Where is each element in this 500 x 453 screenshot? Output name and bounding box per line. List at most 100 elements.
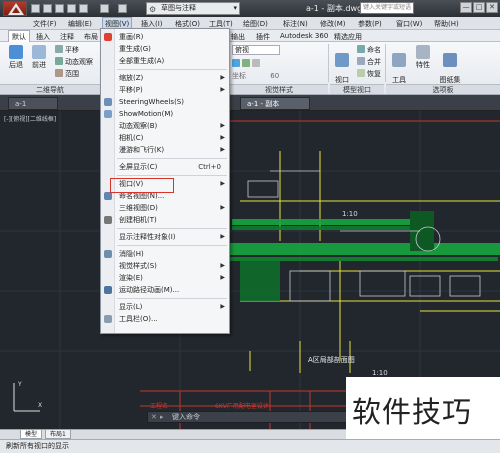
- view-menu-item[interactable]: 渲染(E) ▶: [101, 272, 229, 284]
- scale-label-2: 1:10: [372, 369, 388, 377]
- view-menu-item[interactable]: 消隐(H): [101, 248, 229, 260]
- view-menu-item-label: 重生成(G): [119, 45, 151, 53]
- view-menu-item-label: 重画(R): [119, 33, 144, 41]
- tab-autodesk360[interactable]: Autodesk 360: [280, 32, 328, 40]
- pan-button[interactable]: 平移: [55, 45, 79, 55]
- close-button[interactable]: ✕: [486, 2, 498, 13]
- workspace-select[interactable]: ⚙ 草图与注释 ▾: [146, 2, 240, 15]
- svg-text:X: X: [38, 402, 42, 409]
- merge-button[interactable]: 合并: [357, 57, 381, 67]
- extents-button[interactable]: 范围: [55, 69, 79, 79]
- view-menu-item[interactable]: 运动路径动画(M)...: [101, 284, 229, 296]
- undo-icon[interactable]: [100, 4, 109, 13]
- tab-annotate[interactable]: 注释: [60, 32, 74, 42]
- file-tab-a1[interactable]: a-1: [8, 97, 58, 110]
- view-menu-item-label: 消隐(H): [119, 250, 144, 258]
- properties-icon: [416, 45, 430, 59]
- menu-parametric[interactable]: 参数(P): [358, 19, 382, 29]
- motion-path-icon: [104, 286, 112, 294]
- view-menu-item-label: 渲染(E): [119, 274, 143, 282]
- view-menu-item[interactable]: 显示注释性对象(I) ▶: [101, 231, 229, 243]
- menu-edit[interactable]: 编辑(E): [68, 19, 92, 29]
- menu-modify[interactable]: 修改(M): [320, 19, 346, 29]
- coord-field[interactable]: 坐标 60: [232, 71, 279, 81]
- chevron-right-icon: ▶: [220, 303, 225, 310]
- open-icon[interactable]: [43, 4, 52, 13]
- menu-separator: [117, 69, 227, 70]
- window-controls: — □ ✕: [459, 2, 498, 13]
- view-menu-item[interactable]: 缩放(Z) ▶: [101, 72, 229, 84]
- orbit-button[interactable]: 动态观察: [55, 57, 93, 67]
- application-menu-button[interactable]: [3, 1, 27, 16]
- forward-button[interactable]: 前进: [28, 45, 50, 70]
- tab-featured-apps[interactable]: 精选应用: [334, 32, 362, 42]
- tab-insert[interactable]: 插入: [36, 32, 50, 42]
- new-icon[interactable]: [31, 4, 40, 13]
- maximize-button[interactable]: □: [473, 2, 485, 13]
- menu-window[interactable]: 窗口(W): [396, 19, 422, 29]
- view-menu-item[interactable]: 创建相机(T): [101, 214, 229, 226]
- named-button[interactable]: 命名: [357, 45, 381, 55]
- view-menu-item[interactable]: 全屏显示(C) Ctrl+0: [101, 161, 229, 173]
- workspace-label: 草图与注释: [161, 4, 196, 12]
- view-menu-item[interactable]: 全部重生成(A): [101, 55, 229, 67]
- restore-label: 恢复: [367, 70, 381, 78]
- tab-output[interactable]: 输出: [231, 32, 245, 42]
- view-menu-item[interactable]: 动态观察(B) ▶: [101, 120, 229, 132]
- view-menu-item-label: 工具栏(O)...: [119, 315, 158, 323]
- search-input[interactable]: 键入关键字或短语: [360, 2, 414, 14]
- minimize-button[interactable]: —: [460, 2, 472, 13]
- view-select[interactable]: 俯视: [232, 45, 280, 55]
- restore-button[interactable]: 恢复: [357, 69, 381, 79]
- pan-label: 平移: [65, 46, 79, 54]
- plot-icon[interactable]: [79, 4, 88, 13]
- menu-draw[interactable]: 绘图(D): [243, 19, 268, 29]
- view-menu-item[interactable]: 重生成(G): [101, 43, 229, 55]
- chevron-right-icon: ▶: [220, 274, 225, 281]
- tab-layout1[interactable]: 布局1: [45, 430, 71, 439]
- visual-style-icons[interactable]: [232, 59, 262, 68]
- menu-dimension[interactable]: 标注(N): [283, 19, 308, 29]
- menu-separator: [117, 245, 227, 246]
- status-text: 刷新所有视口的显示: [6, 442, 69, 450]
- lighting-icon: [252, 59, 260, 67]
- save-as-icon[interactable]: [67, 4, 76, 13]
- command-line[interactable]: ✕ ▸ 键入命令: [147, 411, 347, 423]
- menu-separator: [117, 228, 227, 229]
- view-menu-item[interactable]: 三维视图(D) ▶: [101, 202, 229, 214]
- view-menu-item-label: ShowMotion(M): [119, 110, 174, 118]
- tab-default[interactable]: 默认: [8, 30, 30, 42]
- save-icon[interactable]: [55, 4, 64, 13]
- hide-icon: [104, 250, 112, 258]
- view-menu-item[interactable]: SteeringWheels(S): [101, 96, 229, 108]
- view-menu-item[interactable]: 相机(C) ▶: [101, 132, 229, 144]
- merge-icon: [357, 57, 365, 65]
- scale-label-1: 1:10: [342, 210, 358, 218]
- view-menu-item[interactable]: 视觉样式(S) ▶: [101, 260, 229, 272]
- gear-icon: ⚙: [149, 5, 157, 14]
- view-menu-item-label: 漫游和飞行(K): [119, 146, 165, 154]
- view-menu-item[interactable]: 平移(P) ▶: [101, 84, 229, 96]
- menu-help[interactable]: 帮助(H): [434, 19, 459, 29]
- view-menu-item[interactable]: ShowMotion(M): [101, 108, 229, 120]
- chevron-right-icon: ▶: [220, 233, 225, 240]
- title-block-project-name: 工程名: [150, 403, 169, 410]
- view-menu-item[interactable]: 漫游和飞行(K) ▶: [101, 144, 229, 156]
- view-menu-item-label: 视觉样式(S): [119, 262, 157, 270]
- file-tab-a1-copy[interactable]: a-1 - 副本: [240, 97, 310, 110]
- command-close-icon[interactable]: ✕: [151, 412, 157, 422]
- view-menu-item[interactable]: 重画(R): [101, 31, 229, 43]
- orbit-icon: [55, 57, 63, 65]
- back-button[interactable]: 后退: [5, 45, 27, 70]
- tab-plugins[interactable]: 插件: [256, 32, 270, 42]
- tab-layout[interactable]: 布局: [84, 32, 98, 42]
- view-menu-item[interactable]: 工具栏(O)...: [101, 313, 229, 325]
- chevron-right-icon: ▶: [220, 134, 225, 141]
- tab-model[interactable]: 模型: [20, 430, 43, 439]
- redo-icon[interactable]: [118, 4, 127, 13]
- properties-button[interactable]: 特性: [412, 45, 434, 70]
- menu-separator: [117, 298, 227, 299]
- view-menu-item[interactable]: 显示(L) ▶: [101, 301, 229, 313]
- coord-value: 60: [270, 72, 280, 80]
- menu-file[interactable]: 文件(F): [33, 19, 57, 29]
